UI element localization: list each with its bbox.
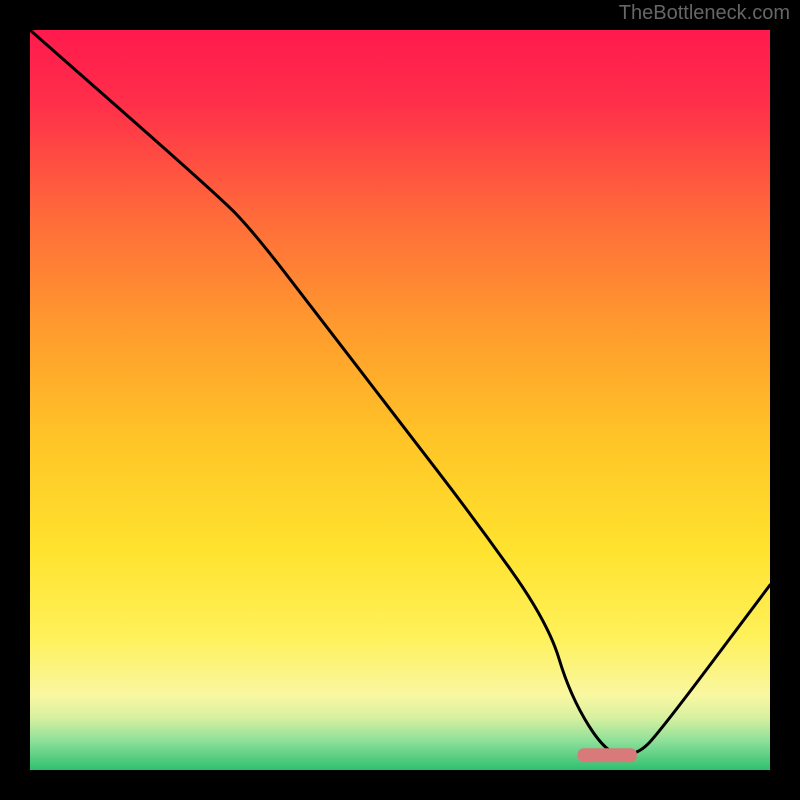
watermark-text: TheBottleneck.com: [619, 2, 790, 25]
bottleneck-curve: [30, 30, 770, 755]
optimal-range-marker: [578, 748, 637, 762]
chart-area: [30, 30, 770, 770]
curve-layer: [30, 30, 770, 770]
